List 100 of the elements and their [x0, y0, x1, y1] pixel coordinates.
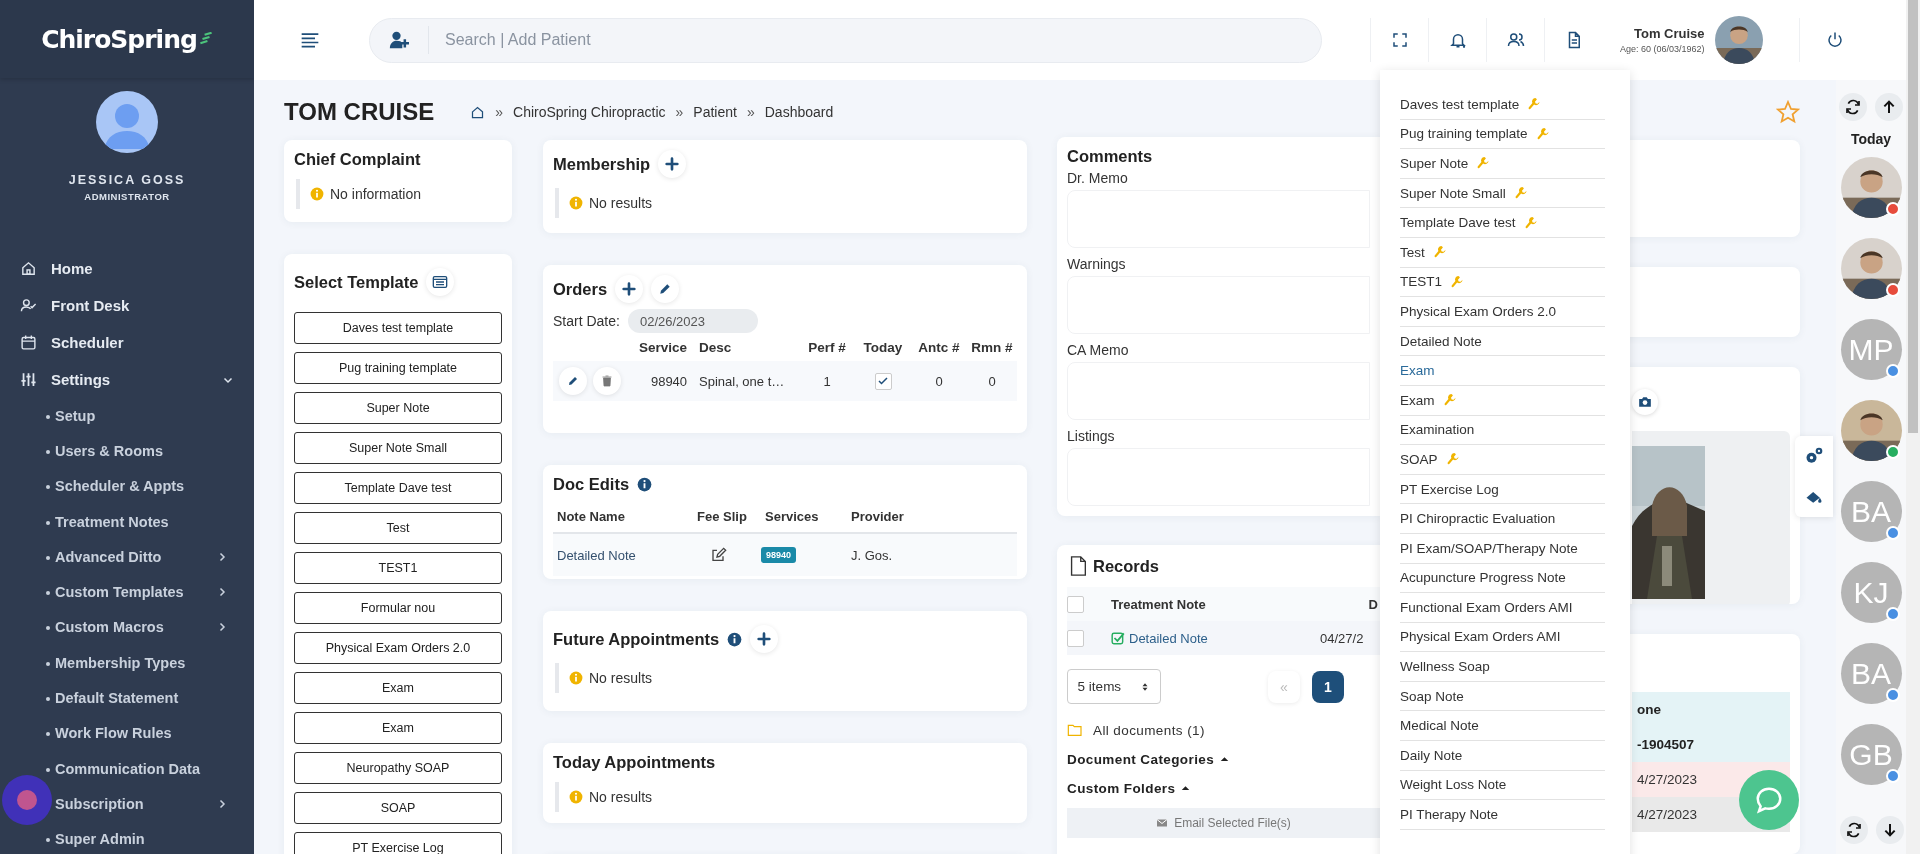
nav-subitem[interactable]: Custom Templates — [0, 574, 254, 610]
add-button[interactable] — [750, 625, 779, 653]
user-role: ADMINISTRATOR — [83, 191, 171, 202]
note-link[interactable]: Detailed Note — [553, 547, 693, 563]
add-button[interactable] — [615, 275, 644, 303]
nav-subitem[interactable]: Custom Macros — [0, 609, 254, 646]
breadcrumb-item[interactable]: Patient — [693, 104, 737, 120]
nav-item[interactable]: Settings — [0, 361, 254, 398]
menu-item[interactable]: TEST1 — [1400, 267, 1605, 298]
card-title: Orders — [553, 279, 608, 299]
nav-subitem[interactable]: Setup — [0, 398, 254, 434]
info-icon — [310, 187, 324, 201]
template-button[interactable]: Test — [294, 512, 502, 544]
menu-item[interactable]: Weight Loss Note — [1400, 770, 1605, 801]
column-header: Rmn # — [971, 339, 1013, 355]
menu-item[interactable]: PI Chiropractic Evaluation — [1400, 504, 1605, 534]
wrench-icon — [1432, 245, 1447, 260]
nav-subitem[interactable]: Default Statement — [0, 680, 254, 716]
template-button[interactable]: Exam — [294, 672, 502, 704]
menu-item[interactable]: Physical Exam Orders 2.0 — [1400, 297, 1605, 327]
page-button[interactable]: 1 — [1312, 670, 1344, 703]
template-button[interactable]: Neuropathy SOAP — [294, 752, 502, 784]
note-link[interactable]: Detailed Note — [1111, 630, 1320, 646]
info-icon — [569, 196, 583, 210]
menu-item[interactable]: Examination — [1400, 415, 1605, 446]
column-header: Service — [639, 339, 689, 355]
menu-item[interactable]: SOAP — [1400, 445, 1605, 475]
nav-subitem[interactable]: Subscription — [0, 786, 254, 822]
template-button[interactable]: Super Note Small — [294, 432, 502, 464]
menu-item[interactable]: Template Dave test — [1400, 208, 1605, 238]
template-button[interactable]: Pug training template — [294, 352, 502, 384]
breadcrumb-item[interactable]: ChiroSpring Chiropractic — [513, 104, 666, 120]
menu-item[interactable]: Exam — [1400, 385, 1605, 416]
nav-item[interactable]: Front Desk — [0, 287, 254, 324]
nav-subitem[interactable]: Communication Data — [0, 750, 254, 787]
nav-subitem[interactable]: Scheduler & Appts — [0, 468, 254, 504]
checkbox[interactable] — [874, 372, 892, 390]
menu-item[interactable]: Soap Note — [1400, 681, 1605, 712]
refresh-button[interactable] — [1839, 93, 1867, 121]
page-size-select[interactable]: 5 items — [1067, 669, 1161, 704]
template-button[interactable]: SOAP — [294, 792, 502, 824]
menu-item[interactable]: Detailed Note — [1400, 326, 1605, 357]
menu-item[interactable]: PT Exercise Log — [1400, 474, 1605, 505]
add-button[interactable] — [658, 150, 687, 178]
menu-item[interactable]: Test — [1400, 237, 1605, 268]
template-button[interactable]: Daves test template — [294, 312, 502, 344]
nav-subitem[interactable]: Advanced Ditto — [0, 539, 254, 575]
menu-item[interactable]: Physical Exam Orders AMI — [1400, 622, 1605, 653]
plus-icon — [621, 281, 638, 297]
checkbox[interactable] — [1067, 629, 1084, 647]
search-field[interactable]: Search | Add Patient — [369, 17, 1322, 63]
chat-icon — [1754, 785, 1784, 815]
nav-subitem[interactable]: Membership Types — [0, 645, 254, 681]
folder-link[interactable]: All documents (1) — [1093, 722, 1205, 738]
nav-subitem[interactable]: Users & Rooms — [0, 433, 254, 469]
delete-button[interactable] — [593, 367, 621, 395]
nav-item[interactable]: Scheduler — [0, 324, 254, 361]
template-button[interactable]: Formular nou — [294, 592, 502, 624]
menu-item[interactable]: Medical Note — [1400, 711, 1605, 742]
menu-item[interactable]: Exam — [1400, 356, 1605, 386]
section-toggle[interactable]: Custom Folders — [1067, 781, 1176, 796]
trash-icon — [601, 375, 613, 387]
section-toggle[interactable]: Document Categories — [1067, 752, 1215, 767]
edit-button[interactable] — [559, 367, 587, 395]
menu-item[interactable]: Acupuncture Progress Note — [1400, 563, 1605, 594]
nav-subitem[interactable]: Work Flow Rules — [0, 715, 254, 751]
menu-item[interactable]: Pug training template — [1400, 119, 1605, 150]
edit-icon — [711, 547, 727, 563]
template-button[interactable]: TEST1 — [294, 552, 502, 584]
column-header: Perf # — [808, 339, 846, 355]
card-title: Today Appointments — [553, 753, 716, 772]
person-check-icon — [20, 297, 37, 314]
calendar-icon — [20, 334, 37, 351]
nav-subitem[interactable]: Treatment Notes — [0, 503, 254, 540]
template-button[interactable]: PT Exercise Log — [294, 832, 502, 854]
search-input[interactable]: Search | Add Patient — [443, 30, 1047, 50]
checkbox[interactable] — [1067, 595, 1084, 613]
menu-item[interactable]: Wellness Soap — [1400, 652, 1605, 682]
menu-item[interactable]: Super Note Small — [1400, 178, 1605, 209]
list-icon — [432, 274, 449, 290]
nav-subitem[interactable]: Super Admin — [0, 821, 254, 854]
nav-item[interactable]: Home — [0, 250, 254, 287]
template-button[interactable]: Super Note — [294, 392, 502, 424]
date-field[interactable]: 02/26/2023 — [627, 309, 758, 333]
menu-item[interactable]: Daves test template — [1400, 90, 1605, 120]
scrollbar-thumb[interactable] — [1908, 0, 1918, 433]
template-button[interactable]: Template Dave test — [294, 472, 502, 504]
column-header: Today — [863, 339, 903, 355]
template-button[interactable]: Exam — [294, 712, 502, 744]
menu-item[interactable]: Daily Note — [1400, 741, 1605, 771]
menu-item[interactable]: PI Therapy Note — [1400, 800, 1605, 830]
card-title: Comments — [1067, 147, 1153, 166]
scroll-up-button[interactable] — [1875, 93, 1903, 121]
email-button[interactable]: Email Selected File(s) — [1067, 808, 1380, 838]
menu-item[interactable]: PI Exam/SOAP/Therapy Note — [1400, 533, 1605, 564]
menu-item[interactable]: Functional Exam Orders AMI — [1400, 593, 1605, 623]
template-button[interactable]: Physical Exam Orders 2.0 — [294, 632, 502, 664]
menu-item[interactable]: Super Note — [1400, 149, 1605, 179]
breadcrumb-separator: » — [746, 104, 755, 120]
edit-button[interactable] — [651, 275, 680, 303]
